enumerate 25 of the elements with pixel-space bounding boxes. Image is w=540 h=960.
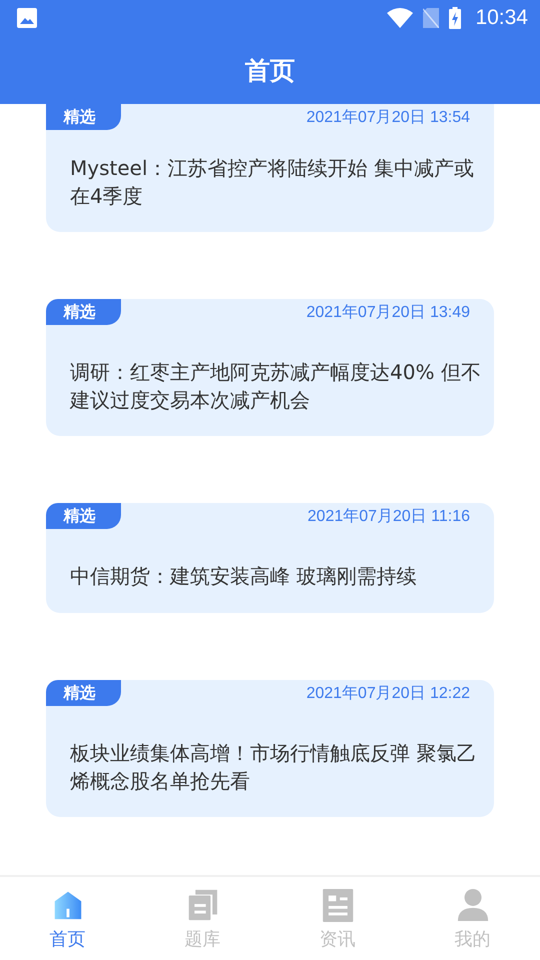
- article-date: 2021年07月20日 13:54: [306, 108, 471, 128]
- page-title: 首页: [245, 54, 295, 86]
- article-card[interactable]: 精选 2021年07月20日 12:22 板块业绩集体高增！市场行情触底反弹 聚氯乙烯概念股名单抢先看: [46, 680, 494, 817]
- featured-tag: 精选: [46, 680, 121, 706]
- article-card[interactable]: 精选 2021年07月20日 11:16 中信期货：建筑安装高峰 玻璃刚需持续: [46, 503, 494, 613]
- article-date: 2021年07月20日 12:22: [306, 684, 471, 704]
- user-icon: [456, 887, 490, 923]
- clock-time: 10:34: [475, 6, 528, 30]
- wifi-icon: [387, 8, 414, 28]
- no-sim-icon: [423, 8, 440, 28]
- featured-tag: 精选: [46, 503, 121, 529]
- article-card[interactable]: 精选 2021年07月20日 13:49 调研：红枣主产地阿克苏减产幅度达40% 但不建议过度交易本次减产机会: [46, 299, 494, 436]
- article-title: 中信期货：建筑安装高峰 玻璃刚需持续: [69, 563, 418, 590]
- battery-charging-icon: [449, 7, 462, 29]
- tab-item[interactable]: 首页: [0, 877, 135, 960]
- image-icon: [17, 8, 37, 28]
- article-title: 板块业绩集体高增！市场行情触底反弹 聚氯乙烯概念股名单抢先看: [69, 740, 478, 795]
- newspaper-icon: [320, 887, 354, 923]
- article-date: 2021年07月20日 11:16: [308, 506, 471, 526]
- article-title: 调研：红枣主产地阿克苏减产幅度达40% 但不建议过度交易本次减产机会: [68, 359, 482, 414]
- article-title: Mysteel：江苏省控产将陆续开始 集中减产或在4季度: [69, 155, 475, 210]
- featured-tag: 精选: [46, 299, 121, 325]
- article-date: 2021年07月20日 13:49: [306, 302, 471, 322]
- article-card[interactable]: 精选 2021年07月20日 13:54 Mysteel：江苏省控产将陆续开始 集中减产或在4季度: [46, 104, 494, 232]
- featured-tag: 精选: [46, 104, 121, 130]
